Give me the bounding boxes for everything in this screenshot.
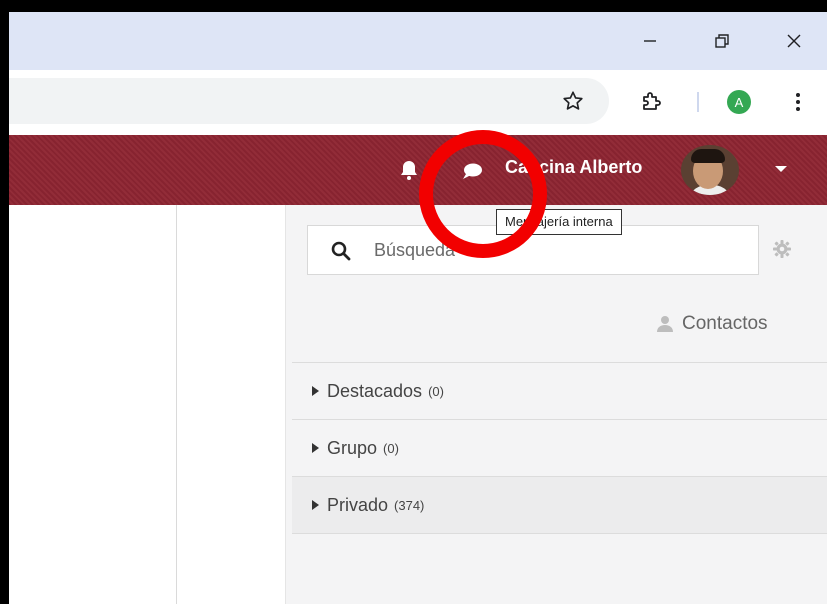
section-count: (0) bbox=[383, 440, 399, 456]
address-bar[interactable] bbox=[9, 78, 609, 124]
user-avatar[interactable] bbox=[681, 145, 739, 195]
section-label: Destacados bbox=[327, 380, 423, 401]
extensions-puzzle-icon[interactable] bbox=[637, 86, 667, 116]
section-label: Grupo bbox=[327, 437, 378, 458]
section-destacados[interactable]: Destacados (0) bbox=[292, 362, 827, 419]
restore-icon bbox=[715, 34, 729, 48]
toolbar-divider bbox=[697, 92, 699, 112]
settings-gear-icon[interactable] bbox=[772, 239, 792, 259]
contacts-link[interactable]: Contactos bbox=[656, 313, 768, 335]
user-icon bbox=[657, 316, 673, 332]
section-label: Privado bbox=[327, 494, 389, 515]
restore-button[interactable] bbox=[707, 26, 737, 56]
messaging-drawer: Contactos Destacados (0) Grupo (0) Priva… bbox=[285, 205, 827, 604]
minimize-icon bbox=[644, 40, 656, 42]
bookmark-star-icon[interactable] bbox=[559, 87, 587, 115]
profile-avatar-button[interactable]: A bbox=[727, 90, 751, 114]
expand-triangle-icon bbox=[312, 500, 319, 510]
close-icon bbox=[787, 34, 801, 48]
highlight-annotation-circle bbox=[419, 130, 547, 258]
section-count: (374) bbox=[394, 497, 425, 513]
section-count: (0) bbox=[428, 383, 444, 399]
browser-menu-kebab-icon[interactable] bbox=[791, 88, 805, 116]
column-divider bbox=[176, 205, 177, 604]
section-grupo[interactable]: Grupo (0) bbox=[292, 419, 827, 476]
section-privado[interactable]: Privado (374) bbox=[292, 476, 827, 534]
expand-triangle-icon bbox=[312, 386, 319, 396]
profile-initial: A bbox=[734, 94, 744, 110]
main-content: Contactos Destacados (0) Grupo (0) Priva… bbox=[9, 205, 827, 604]
app-navbar: Cancina Alberto bbox=[9, 135, 827, 205]
expand-triangle-icon bbox=[312, 443, 319, 453]
close-button[interactable] bbox=[779, 26, 809, 56]
minimize-button[interactable] bbox=[635, 26, 665, 56]
user-menu-caret-icon[interactable] bbox=[775, 166, 787, 172]
notifications-bell-icon[interactable] bbox=[399, 159, 419, 181]
browser-toolbar: A bbox=[9, 70, 827, 135]
browser-window: A Cancina Alberto Mensajería interna Bús… bbox=[9, 12, 827, 604]
search-icon bbox=[330, 240, 352, 262]
title-bar bbox=[9, 12, 827, 70]
contacts-label: Contactos bbox=[682, 313, 768, 334]
